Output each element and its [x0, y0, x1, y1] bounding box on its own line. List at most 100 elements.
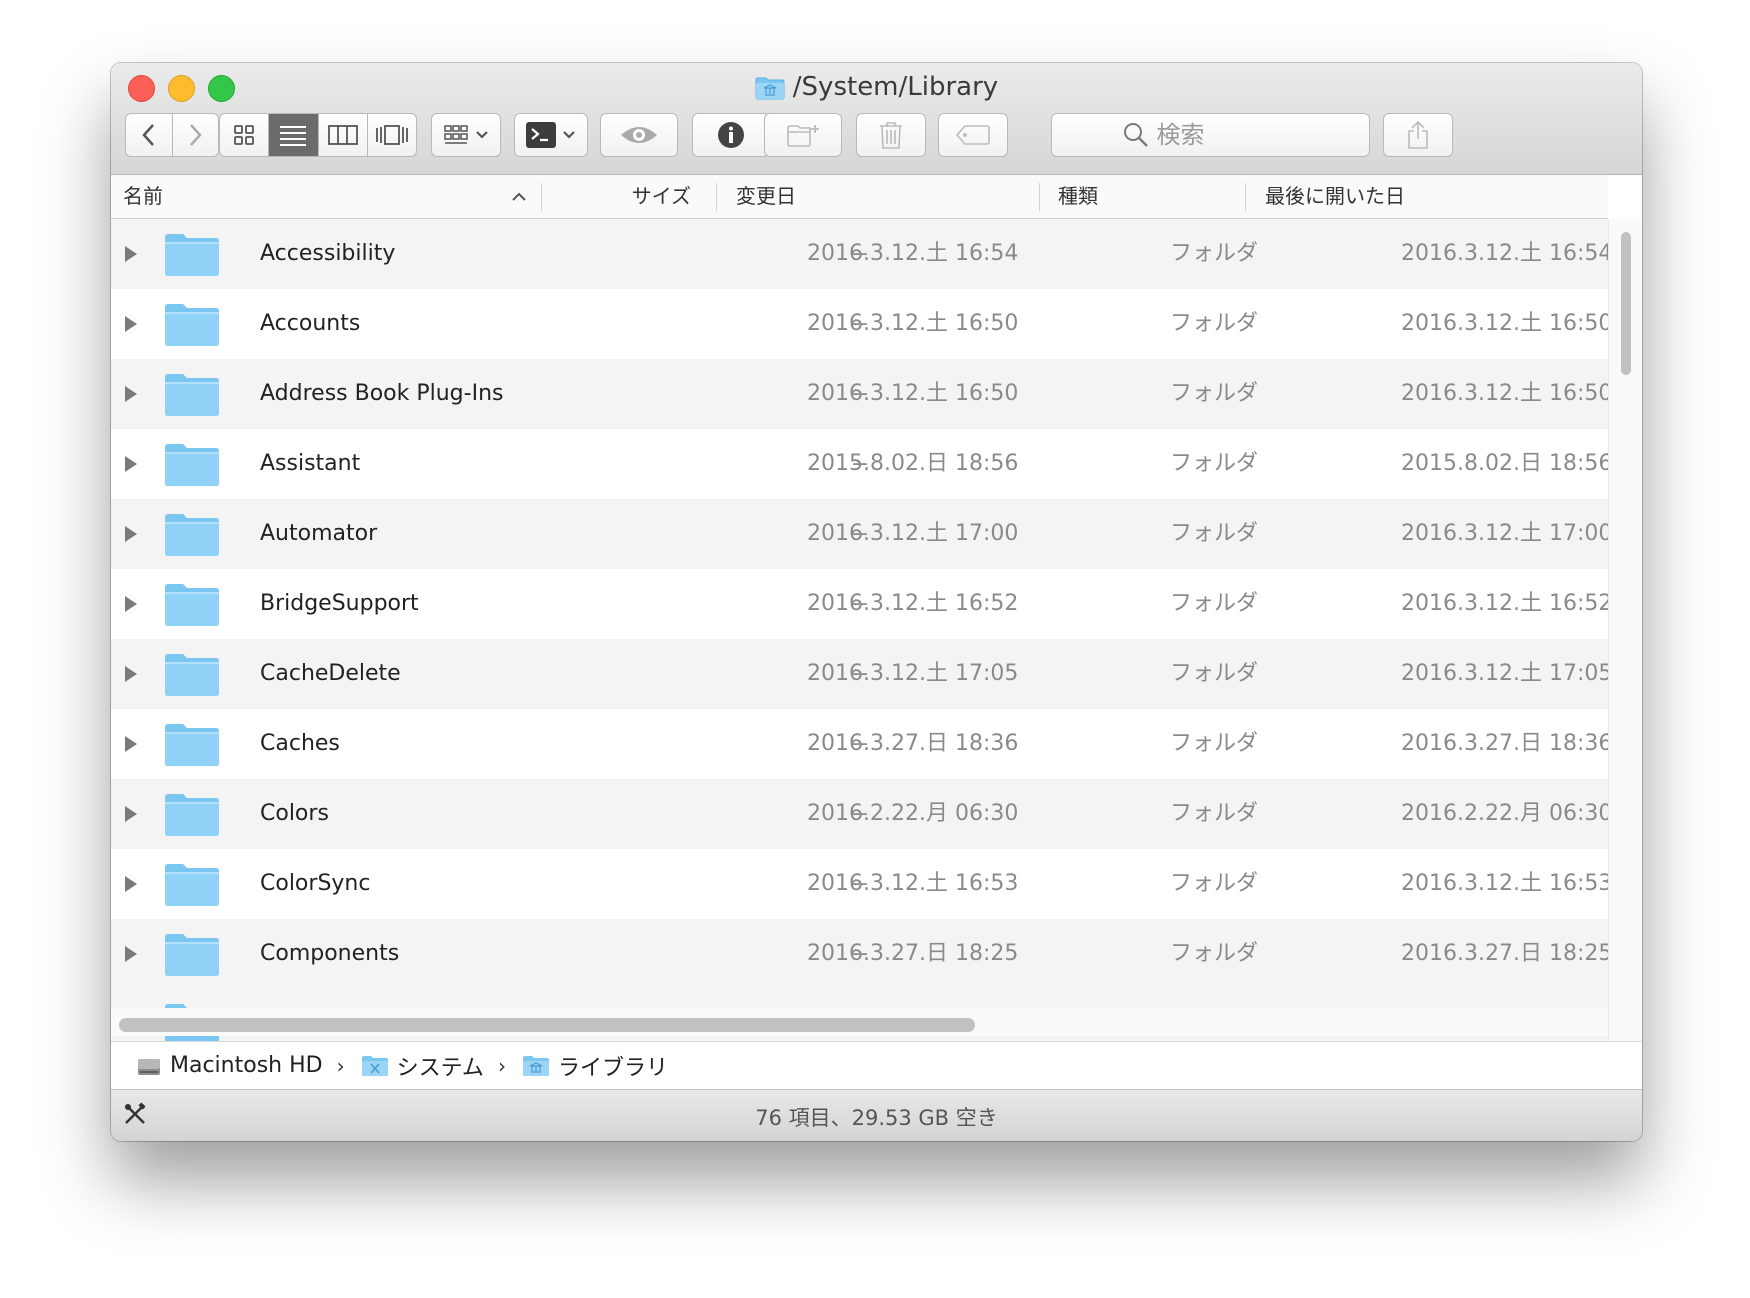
cover-flow-icon	[375, 125, 408, 145]
file-last-opened-date: 2016.3.12.土 16:54	[1401, 241, 1608, 266]
back-button[interactable]	[126, 114, 173, 156]
eye-icon	[621, 127, 657, 143]
file-modified-date: 2016.3.12.土 16:50	[807, 311, 1019, 336]
tag-icon	[955, 125, 990, 145]
disclosure-triangle-icon[interactable]	[123, 569, 143, 639]
column-kind-header[interactable]: 種類	[1058, 175, 1098, 218]
file-row[interactable]: ColorSync -- 2016.3.12.土 16:53 フォルダ 2016.3.1…	[111, 849, 1608, 919]
file-row[interactable]: BridgeSupport -- 2016.3.12.土 16:52 フォルダ 2016…	[111, 569, 1608, 639]
window-title-text: /System/Library	[792, 72, 999, 102]
file-row[interactable]: Address Book Plug-Ins -- 2016.3.12.土 16:50…	[111, 359, 1608, 429]
folder-icon	[163, 231, 221, 277]
quick-look-button[interactable]	[600, 113, 678, 157]
new-folder-icon	[787, 125, 819, 147]
horizontal-scroll-thumb[interactable]	[119, 1018, 975, 1032]
share-icon	[1408, 120, 1428, 149]
column-opened-header[interactable]: 最後に開いた日	[1265, 175, 1405, 218]
file-name: Accounts	[260, 311, 361, 336]
column-divider[interactable]	[1039, 183, 1040, 211]
file-kind: フォルダ	[1170, 521, 1259, 546]
file-kind: フォルダ	[1170, 731, 1259, 756]
path-item-library[interactable]: ライブラリ	[522, 1050, 668, 1082]
file-modified-date: 2016.3.12.土 16:50	[807, 381, 1019, 406]
file-name: Colors	[260, 801, 329, 826]
chevron-right-icon: ›	[336, 1053, 345, 1078]
file-row[interactable]: Components -- 2016.3.27.日 18:25 フォルダ 2016.3.…	[111, 919, 1608, 989]
trash-button[interactable]	[856, 113, 926, 157]
file-row[interactable]: Caches -- 2016.3.27.日 18:36 フォルダ 2016.3.27.日…	[111, 709, 1608, 779]
disclosure-triangle-icon[interactable]	[123, 499, 143, 569]
share-button[interactable]	[1383, 113, 1453, 157]
folder-icon	[163, 861, 221, 907]
disclosure-triangle-icon[interactable]	[123, 429, 143, 499]
file-name: ColorSync	[260, 871, 371, 896]
file-modified-date: 2016.3.12.土 16:52	[807, 591, 1019, 616]
list-view-button[interactable]	[269, 114, 319, 156]
folder-icon	[163, 791, 221, 837]
file-row[interactable]: Accessibility -- 2016.3.12.土 16:54 フォルダ 2016…	[111, 219, 1608, 289]
column-divider[interactable]	[541, 183, 542, 211]
column-divider[interactable]	[1245, 183, 1246, 211]
column-view-button[interactable]	[319, 114, 368, 156]
hard-drive-icon	[136, 1053, 162, 1079]
path-item-label: ライブラリ	[557, 1055, 668, 1081]
cover-flow-button[interactable]	[368, 114, 416, 156]
arrange-button[interactable]	[431, 113, 501, 157]
horizontal-scrollbar[interactable]	[111, 1008, 1608, 1036]
sort-ascending-icon[interactable]	[511, 175, 527, 218]
path-item-label: Macintosh HD	[170, 1053, 323, 1078]
chevron-right-icon	[190, 124, 202, 146]
search-field[interactable]	[1051, 113, 1370, 157]
file-row[interactable]: Assistant -- 2015.8.02.日 18:56 フォルダ 2015.8.0…	[111, 429, 1608, 499]
folder-icon	[163, 511, 221, 557]
file-last-opened-date: 2016.3.12.土 17:05	[1401, 661, 1608, 686]
finder-window: /System/Library 検索 名前 サイズ 変更日 種類 最後に開いた日…	[111, 63, 1642, 1141]
column-name-header[interactable]: 名前	[123, 175, 163, 218]
list-icon	[280, 126, 307, 146]
vertical-scrollbar[interactable]	[1608, 219, 1642, 1073]
terminal-action-button[interactable]	[514, 113, 588, 157]
disclosure-triangle-icon[interactable]	[123, 359, 143, 429]
new-folder-button[interactable]	[764, 113, 842, 157]
file-list: Accessibility -- 2016.3.12.土 16:54 フォルダ 2016…	[111, 219, 1608, 1073]
disclosure-triangle-icon[interactable]	[123, 919, 143, 989]
path-item-macintosh-hd[interactable]: Macintosh HD	[136, 1053, 323, 1079]
disclosure-triangle-icon[interactable]	[123, 289, 143, 359]
search-icon	[1123, 123, 1148, 147]
titlebar: /System/Library	[111, 63, 1642, 175]
disclosure-triangle-icon[interactable]	[123, 219, 143, 289]
file-row[interactable]: Accounts -- 2016.3.12.土 16:50 フォルダ 2016.3.12…	[111, 289, 1608, 359]
disclosure-triangle-icon[interactable]	[123, 709, 143, 779]
disclosure-triangle-icon[interactable]	[123, 779, 143, 849]
disclosure-triangle-icon[interactable]	[123, 639, 143, 709]
file-kind: フォルダ	[1170, 661, 1259, 686]
file-last-opened-date: 2016.3.12.土 16:50	[1401, 311, 1608, 336]
folder-icon	[163, 441, 221, 487]
columns-icon	[327, 125, 358, 145]
get-info-button[interactable]	[692, 113, 770, 157]
file-name: Address Book Plug-Ins	[260, 381, 504, 406]
file-kind: フォルダ	[1170, 451, 1259, 476]
folder-icon	[163, 581, 221, 627]
tag-button[interactable]	[938, 113, 1008, 157]
path-item-system[interactable]: システム	[361, 1050, 484, 1082]
disclosure-triangle-icon[interactable]	[123, 849, 143, 919]
file-row[interactable]: Automator -- 2016.3.12.土 17:00 フォルダ 2016.3.1…	[111, 499, 1608, 569]
file-last-opened-date: 2015.8.02.日 18:56	[1401, 451, 1608, 476]
column-modified-header[interactable]: 変更日	[736, 175, 796, 218]
search-input[interactable]	[1154, 120, 1299, 150]
file-kind: フォルダ	[1170, 311, 1259, 336]
column-divider[interactable]	[716, 183, 717, 211]
icon-view-button[interactable]	[220, 114, 270, 156]
file-kind: フォルダ	[1170, 591, 1259, 616]
file-name: Accessibility	[260, 241, 396, 266]
file-row[interactable]: CacheDelete -- 2016.3.12.土 17:05 フォルダ 2016.3…	[111, 639, 1608, 709]
folder-icon	[163, 301, 221, 347]
file-kind: フォルダ	[1170, 381, 1259, 406]
info-icon	[718, 122, 744, 148]
forward-button[interactable]	[173, 114, 219, 156]
vertical-scroll-thumb[interactable]	[1621, 232, 1631, 375]
column-size-header[interactable]: サイズ	[543, 175, 691, 218]
file-row[interactable]: Colors -- 2016.2.22.月 06:30 フォルダ 2016.2.22.月…	[111, 779, 1608, 849]
folder-icon	[163, 931, 221, 977]
